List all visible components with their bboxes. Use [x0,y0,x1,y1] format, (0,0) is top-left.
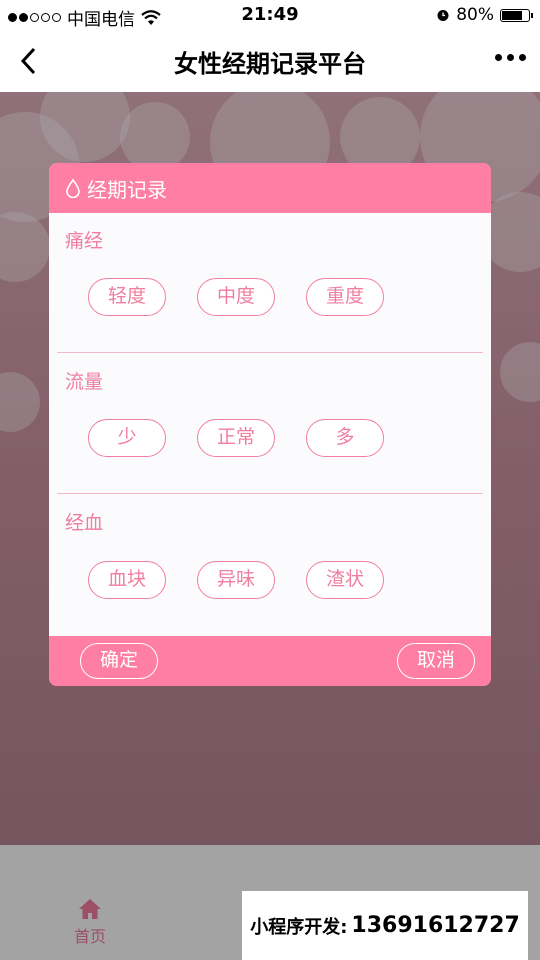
divider [57,493,483,494]
status-bar: 中国电信 21:49 80% [0,0,540,30]
section-blood: 经血 [57,508,483,535]
dialog-footer: 确定 取消 [49,636,491,686]
more-options-icon[interactable] [495,54,526,61]
section-flow: 流量 [57,367,483,394]
option-flow-low[interactable]: 少 [88,419,166,457]
option-pain-moderate[interactable]: 中度 [197,278,275,316]
promo-banner: 小程序开发: 13691612727 [242,891,528,960]
option-pain-severe[interactable]: 重度 [306,278,384,316]
alarm-icon [437,10,449,21]
confirm-button[interactable]: 确定 [80,643,158,679]
option-pain-mild[interactable]: 轻度 [88,278,166,316]
option-flow-high[interactable]: 多 [306,419,384,457]
section-pain: 痛经 [57,226,483,253]
promo-phone: 13691612727 [351,913,520,938]
section-pain-label: 痛经 [65,230,104,252]
period-record-dialog: 经期记录 痛经 轻度 中度 重度 流量 少 正常 多 经血 血块 异味 渣状 确… [49,163,491,686]
section-blood-label: 经血 [65,512,104,534]
battery-icon [500,8,533,22]
option-blood-residue[interactable]: 渣状 [306,561,384,599]
dialog-title: 经期记录 [87,177,167,202]
option-blood-odor[interactable]: 异味 [197,561,275,599]
option-flow-normal[interactable]: 正常 [197,419,275,457]
section-flow-label: 流量 [65,371,104,393]
battery-percent: 80% [456,5,494,25]
option-blood-clot[interactable]: 血块 [88,561,166,599]
nav-bar: 女性经期记录平台 [0,30,540,92]
dialog-header: 经期记录 [49,163,491,213]
drop-icon [66,178,80,198]
divider [57,352,483,353]
promo-label: 小程序开发: [250,916,348,938]
cancel-button[interactable]: 取消 [397,643,475,679]
page-title: 女性经期记录平台 [174,50,366,78]
